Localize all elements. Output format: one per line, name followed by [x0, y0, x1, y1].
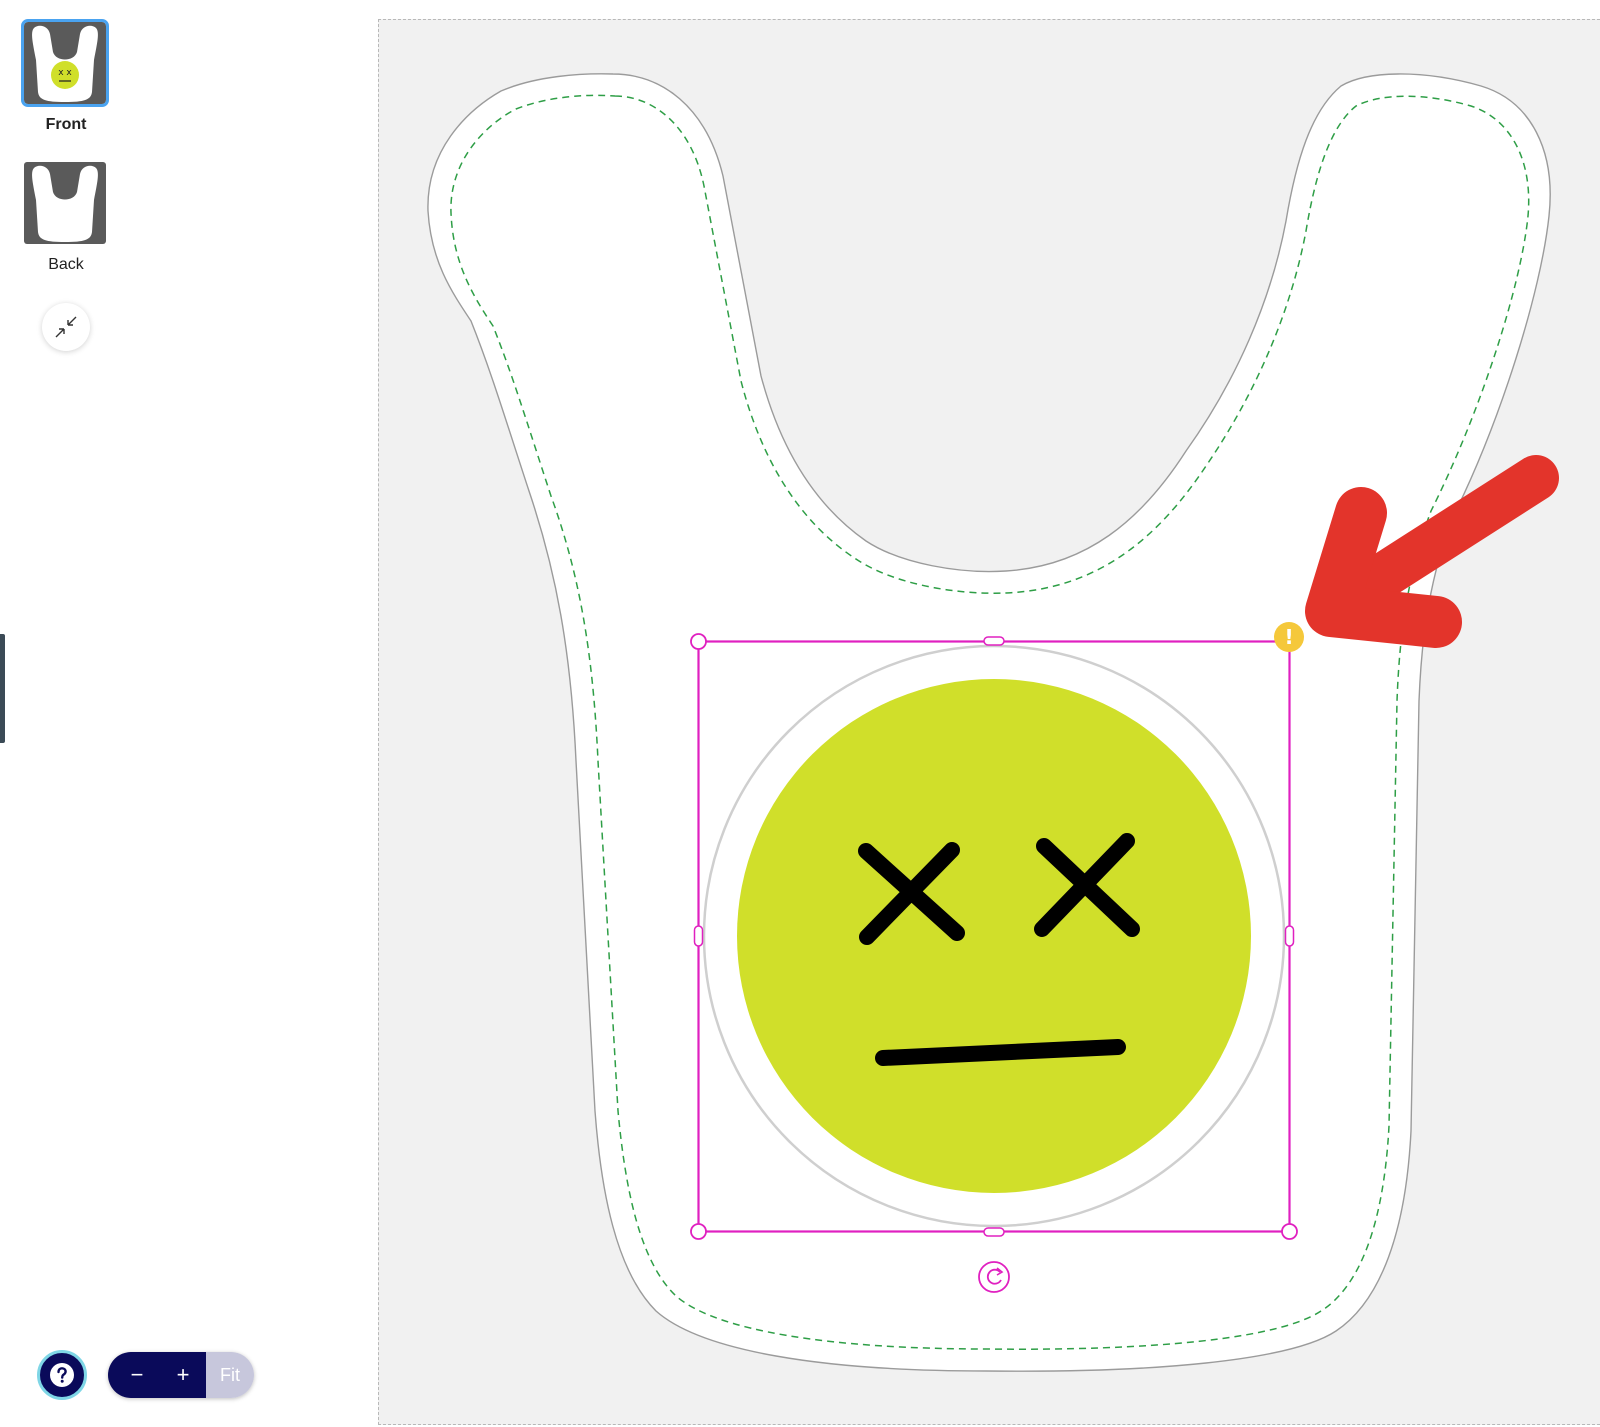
zoom-in-button[interactable]: +: [160, 1352, 206, 1398]
resize-handle-bottom-right[interactable]: [1281, 1223, 1298, 1240]
resize-handle-top[interactable]: [983, 636, 1005, 646]
zoom-fit-button[interactable]: Fit: [206, 1352, 254, 1398]
zoom-controls: − + Fit: [108, 1352, 254, 1398]
help-button[interactable]: [37, 1350, 87, 1400]
dizzy-face-emoji[interactable]: [702, 644, 1286, 1228]
bib-back-thumb-icon: [32, 165, 98, 242]
collapse-button[interactable]: [42, 303, 90, 351]
resize-handle-right[interactable]: [1284, 925, 1295, 947]
side-panel-tab[interactable]: [0, 634, 5, 743]
bib-front-thumb-icon: x x: [32, 25, 98, 102]
view-label-back: Back: [48, 256, 84, 273]
resize-handle-left[interactable]: [693, 925, 704, 947]
view-thumb-back[interactable]: Back: [24, 162, 108, 274]
back-thumbnail[interactable]: [24, 162, 106, 244]
view-label-front: Front: [45, 116, 87, 133]
canvas-drawing: !: [427, 73, 1559, 1372]
rotate-handle[interactable]: [978, 1261, 1010, 1293]
view-thumb-front[interactable]: x x Front: [21, 19, 109, 134]
front-thumbnail[interactable]: x x: [21, 19, 109, 107]
mouth-line: [875, 1039, 1126, 1066]
question-icon: [50, 1363, 74, 1387]
resize-handle-bottom-left[interactable]: [690, 1223, 707, 1240]
resize-handle-bottom[interactable]: [983, 1227, 1005, 1237]
design-canvas[interactable]: !: [378, 19, 1600, 1425]
svg-text:x x: x x: [58, 68, 72, 78]
left-panel: x x Front Back − + Fit: [0, 0, 372, 1427]
zoom-out-button[interactable]: −: [108, 1352, 160, 1398]
warning-badge[interactable]: !: [1274, 622, 1304, 652]
collapse-arrows-icon: [55, 316, 77, 338]
resize-handle-top-left[interactable]: [690, 633, 707, 650]
warning-symbol: !: [1284, 625, 1293, 649]
